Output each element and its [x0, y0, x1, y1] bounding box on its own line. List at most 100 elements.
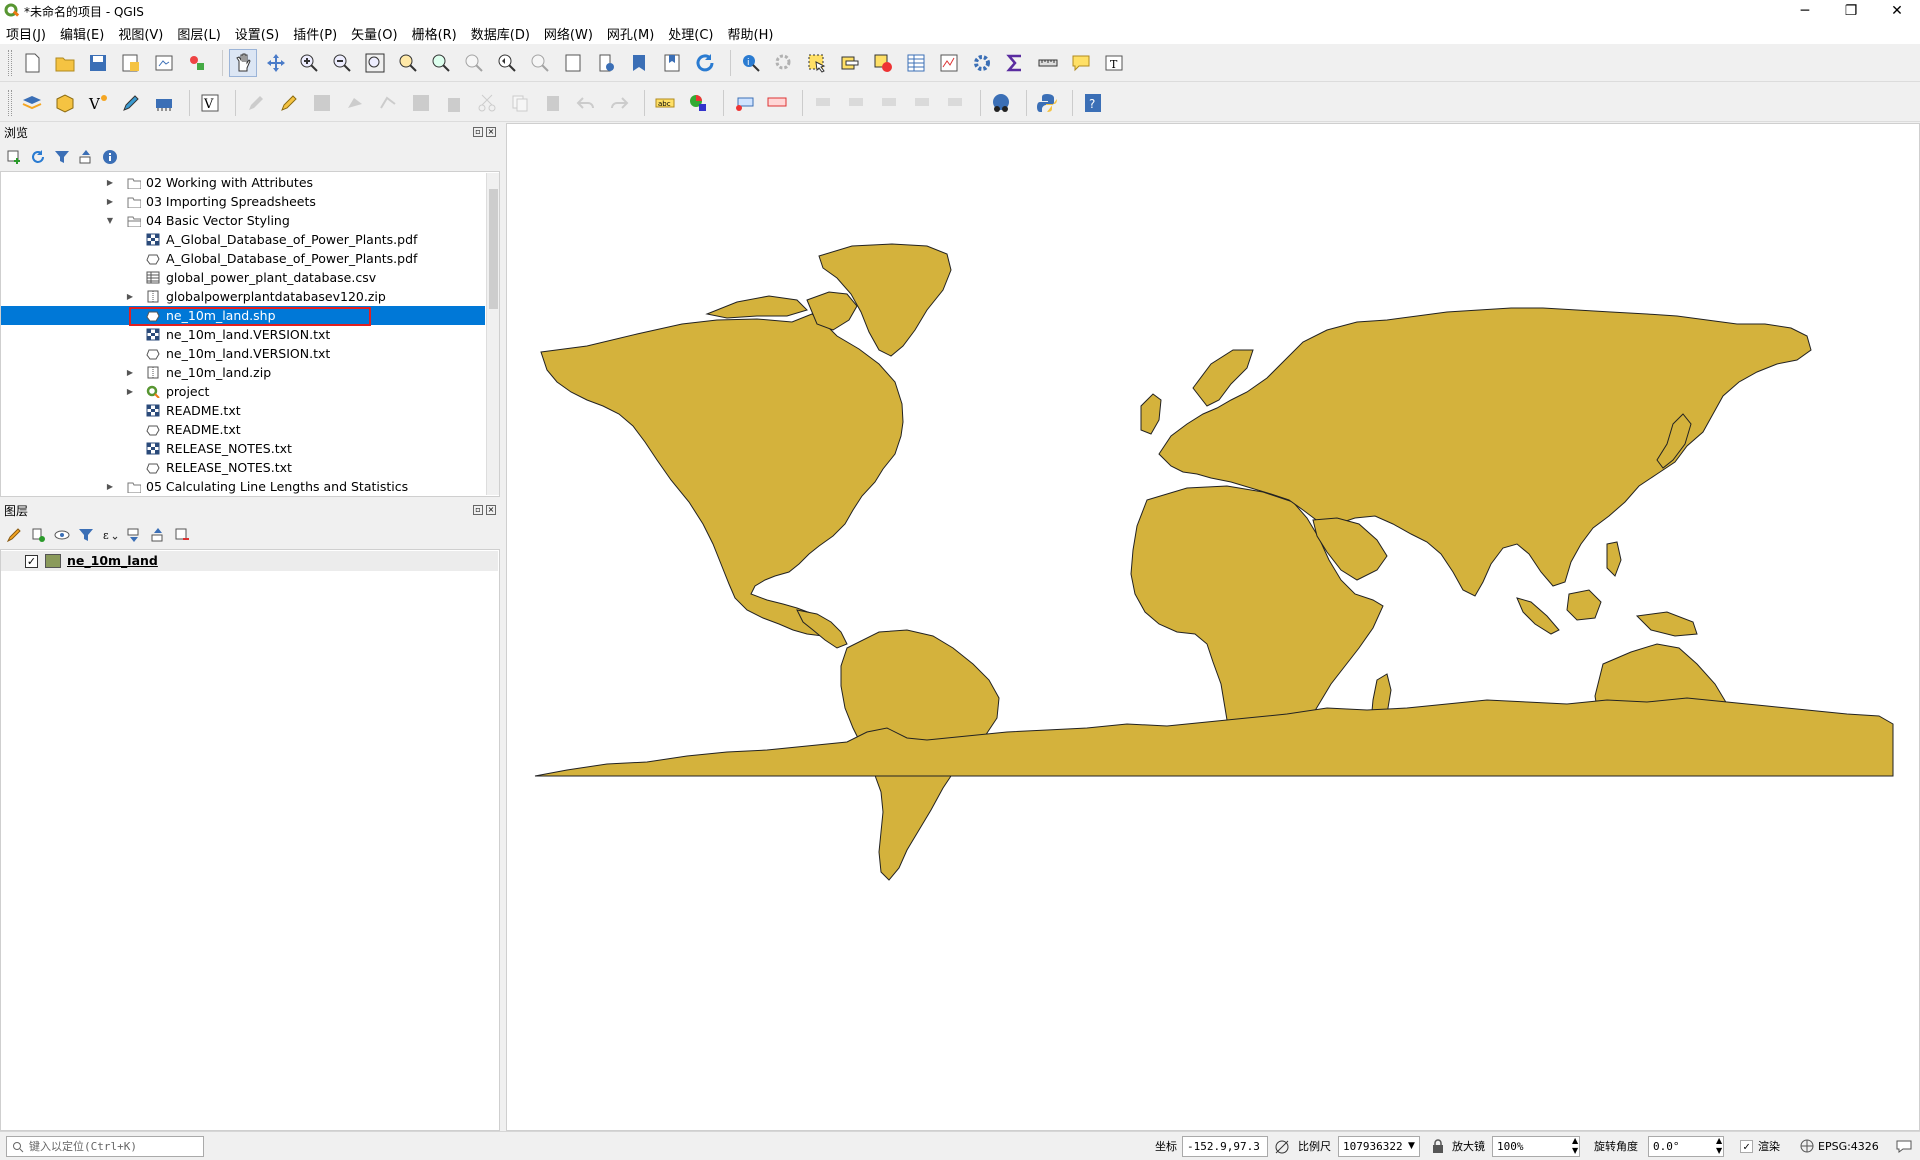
- filter-expression-icon[interactable]: ε: [102, 527, 118, 543]
- browser-scrollbar[interactable]: [486, 173, 499, 495]
- unpinned-labels-button[interactable]: [941, 89, 969, 117]
- move-label-button[interactable]: [809, 89, 837, 117]
- messages-icon[interactable]: [1896, 1139, 1912, 1153]
- new-map-view-button[interactable]: [559, 49, 587, 77]
- browser-item[interactable]: ▶ globalpowerplantdatabasev120.zip: [1, 287, 485, 306]
- zoom-to-layer-button[interactable]: [427, 49, 455, 77]
- current-edits-button[interactable]: [242, 89, 270, 117]
- select-features-button[interactable]: [803, 49, 831, 77]
- eye-icon[interactable]: [54, 527, 70, 543]
- add-group-icon[interactable]: [30, 527, 46, 543]
- expand-all-icon[interactable]: [126, 527, 142, 543]
- pan-map-button[interactable]: [229, 48, 257, 77]
- show-bookmarks-button[interactable]: [658, 49, 686, 77]
- text-annotation-button[interactable]: T: [1100, 49, 1128, 77]
- zoom-last-button[interactable]: [493, 49, 521, 77]
- browser-item[interactable]: A_Global_Database_of_Power_Plants.pdf: [1, 249, 485, 268]
- statistical-summary-button[interactable]: [1001, 49, 1029, 77]
- menu-processing[interactable]: 处理(C): [668, 24, 713, 43]
- refresh-button[interactable]: [691, 49, 719, 77]
- layer-labeling-button[interactable]: abc: [651, 89, 679, 117]
- python-console-button[interactable]: [1033, 89, 1061, 117]
- zoom-next-button[interactable]: [526, 49, 554, 77]
- locator-search-field[interactable]: 键入以定位(Ctrl+K): [6, 1136, 204, 1157]
- remove-layer-icon[interactable]: [174, 527, 190, 543]
- menu-web[interactable]: 网络(W): [544, 24, 593, 43]
- close-panel-icon[interactable]: ×: [486, 127, 496, 137]
- layer-name[interactable]: ne_10m_land: [67, 553, 158, 568]
- menu-settings[interactable]: 设置(S): [235, 24, 279, 43]
- menu-edit[interactable]: 编辑(E): [60, 24, 104, 43]
- undo-button[interactable]: [572, 89, 600, 117]
- metasearch-button[interactable]: [987, 89, 1015, 117]
- filter-legend-icon[interactable]: [78, 527, 94, 543]
- vertex-tool-button[interactable]: [374, 89, 402, 117]
- new-memory-layer-button[interactable]: [150, 89, 178, 117]
- new-geopackage-button[interactable]: [51, 89, 79, 117]
- menu-plugins[interactable]: 插件(P): [293, 24, 337, 43]
- float-panel-icon[interactable]: ▫: [473, 127, 483, 137]
- info-icon[interactable]: [102, 149, 118, 165]
- close-panel-icon[interactable]: ×: [486, 505, 496, 515]
- chevron-right-icon[interactable]: ▶: [105, 192, 115, 211]
- new-virtual-layer-button[interactable]: V: [196, 89, 224, 117]
- collapse-all-icon[interactable]: [150, 527, 166, 543]
- menu-project[interactable]: 项目(J): [6, 24, 46, 43]
- filter-icon[interactable]: [54, 149, 70, 165]
- zoom-in-button[interactable]: [295, 49, 323, 77]
- save-edits-button[interactable]: [308, 89, 336, 117]
- browser-item[interactable]: README.txt: [1, 401, 485, 420]
- toolbar-grip[interactable]: [8, 89, 12, 116]
- new-spatialite-button[interactable]: [117, 89, 145, 117]
- identify-button[interactable]: i: [737, 49, 765, 77]
- new-shapefile-button[interactable]: V: [84, 89, 112, 117]
- browser-item[interactable]: ▶ project: [1, 382, 485, 401]
- magnifier-field[interactable]: 100%: [1492, 1136, 1580, 1157]
- menu-database[interactable]: 数据库(D): [471, 24, 530, 43]
- layer-diagram-button[interactable]: [684, 89, 712, 117]
- scrollbar-thumb[interactable]: [489, 189, 498, 309]
- layer-visibility-checkbox[interactable]: ✓: [25, 555, 38, 568]
- measure-button[interactable]: [1034, 49, 1062, 77]
- browser-item[interactable]: ▶ 03 Importing Spreadsheets: [1, 192, 485, 211]
- chevron-right-icon[interactable]: ▶: [105, 173, 115, 192]
- collapse-all-icon[interactable]: [78, 149, 94, 165]
- zoom-to-selection-button[interactable]: [394, 49, 422, 77]
- chevron-right-icon[interactable]: ▶: [125, 287, 135, 306]
- layer-symbol-swatch[interactable]: [45, 554, 61, 568]
- browser-item[interactable]: A_Global_Database_of_Power_Plants.pdf: [1, 230, 485, 249]
- lock-icon[interactable]: [1432, 1139, 1444, 1153]
- style-brush-icon[interactable]: [6, 527, 22, 543]
- pan-to-selection-button[interactable]: [262, 49, 290, 77]
- new-project-button[interactable]: [18, 49, 46, 77]
- render-checkbox[interactable]: ✓: [1740, 1140, 1753, 1153]
- paste-features-button[interactable]: [539, 89, 567, 117]
- browser-item[interactable]: global_power_plant_database.csv: [1, 268, 485, 287]
- run-action-button[interactable]: [770, 49, 798, 77]
- show-hide-labels-button[interactable]: [908, 89, 936, 117]
- highlight-labels-button[interactable]: [763, 89, 791, 117]
- deselect-button[interactable]: [869, 49, 897, 77]
- save-as-button[interactable]: [117, 49, 145, 77]
- delete-selected-button[interactable]: [440, 89, 468, 117]
- close-button[interactable]: ✕: [1874, 0, 1920, 22]
- temporal-controller-button[interactable]: [592, 49, 620, 77]
- redo-button[interactable]: [605, 89, 633, 117]
- rotation-field[interactable]: 0.0°: [1648, 1136, 1724, 1157]
- attribute-table-button[interactable]: [902, 49, 930, 77]
- zoom-native-button[interactable]: [460, 49, 488, 77]
- add-selected-layers-icon[interactable]: [6, 149, 22, 165]
- browser-item[interactable]: ▶ ne_10m_land.zip: [1, 363, 485, 382]
- menu-mesh[interactable]: 网孔(M): [607, 24, 654, 43]
- modify-attributes-button[interactable]: [407, 89, 435, 117]
- copy-features-button[interactable]: [506, 89, 534, 117]
- browser-item[interactable]: ne_10m_land.VERSION.txt: [1, 344, 485, 363]
- data-source-manager-button[interactable]: [18, 89, 46, 117]
- refresh-icon[interactable]: [30, 149, 46, 165]
- add-feature-button[interactable]: [341, 89, 369, 117]
- chevron-down-icon[interactable]: ▼: [105, 211, 115, 230]
- select-by-value-button[interactable]: [836, 49, 864, 77]
- toolbar-grip[interactable]: [8, 49, 12, 76]
- cut-features-button[interactable]: [473, 89, 501, 117]
- coordinate-field[interactable]: -152.9,97.3: [1182, 1136, 1268, 1157]
